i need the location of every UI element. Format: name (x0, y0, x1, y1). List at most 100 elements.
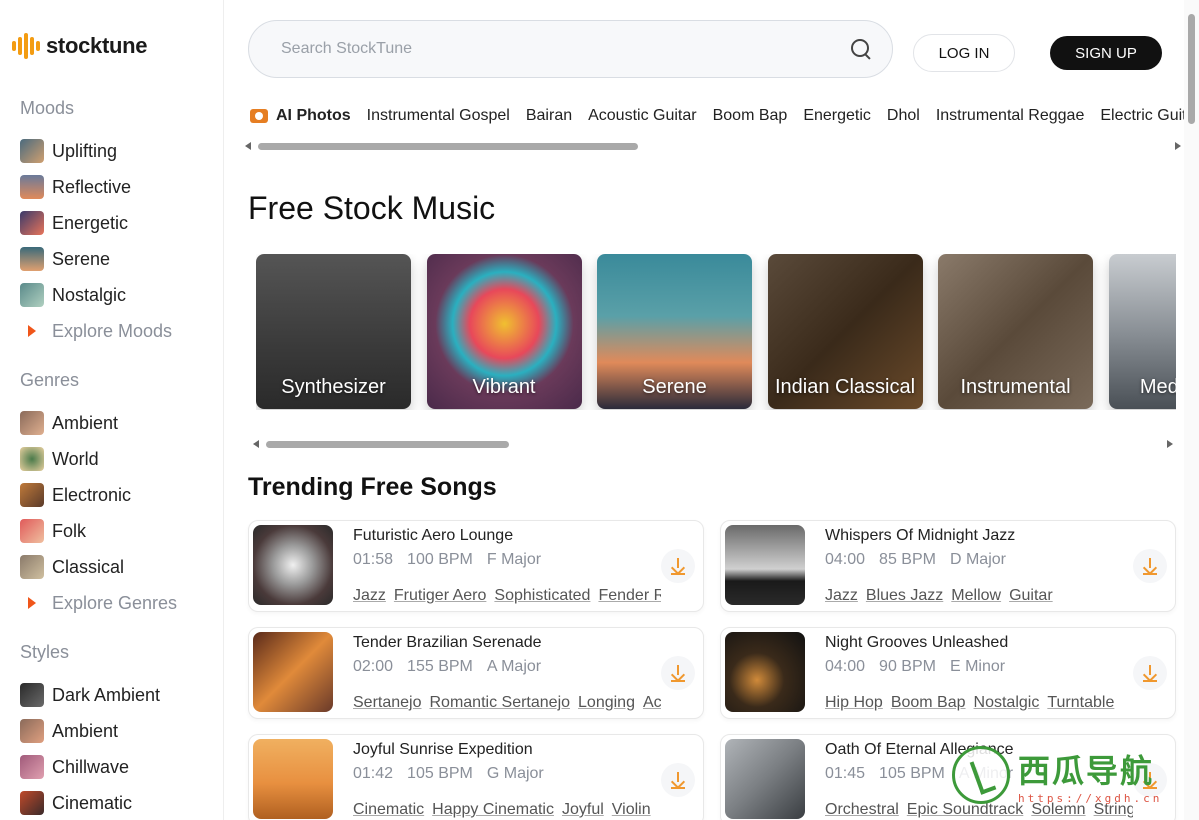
sidebar-item-folk[interactable]: Folk (20, 513, 177, 549)
song-artwork[interactable] (253, 632, 333, 712)
sidebar-item-electronic[interactable]: Electronic (20, 477, 177, 513)
sidebar-item-chillwave[interactable]: Chillwave (20, 749, 160, 785)
song-row[interactable]: Whispers Of Midnight Jazz 04:00 85 BPM D Ma… (720, 520, 1176, 612)
tag-link[interactable]: Energetic (803, 107, 871, 125)
song-tag-link[interactable]: Jazz (825, 587, 858, 604)
sidebar-item-energetic[interactable]: Energetic (20, 205, 172, 241)
download-button[interactable] (661, 549, 695, 583)
song-tag-link[interactable]: Cinematic (353, 801, 424, 818)
search-input[interactable] (281, 40, 850, 58)
tag-link[interactable]: Boom Bap (713, 107, 788, 125)
scrollbar-thumb[interactable] (266, 441, 509, 448)
watermark-url: https://xgdh.cn (1018, 791, 1163, 805)
song-tag-link[interactable]: Sophisticated (494, 587, 590, 604)
category-card[interactable]: Indian Classical (767, 254, 923, 409)
song-tag-link[interactable]: Nostalgic (974, 694, 1040, 711)
sidebar-item-reflective[interactable]: Reflective (20, 169, 172, 205)
scroll-left-icon[interactable] (245, 142, 251, 150)
scroll-right-icon[interactable] (1167, 440, 1173, 448)
song-tag-link[interactable]: Hip Hop (825, 694, 883, 711)
category-card[interactable]: Serene (597, 254, 752, 409)
song-title[interactable]: Night Grooves Unleashed (825, 634, 1008, 652)
song-tag-link[interactable]: Longing (578, 694, 635, 711)
trending-heading: Trending Free Songs (248, 473, 497, 501)
tag-link[interactable]: Instrumental Gospel (367, 107, 510, 125)
song-title[interactable]: Futuristic Aero Lounge (353, 527, 513, 545)
sidebar-item-cinematic[interactable]: Cinematic (20, 785, 160, 820)
song-tag-link[interactable]: Boom Bap (891, 694, 966, 711)
song-tag-link[interactable]: Guitar (1009, 587, 1053, 604)
scrollbar-thumb[interactable] (258, 143, 638, 150)
category-card[interactable]: Synthesizer (256, 254, 411, 409)
song-key: A Major (486, 658, 542, 675)
song-tag-link[interactable]: Turntable (1047, 694, 1114, 711)
sidebar-item-thumbnail (20, 247, 44, 271)
scroll-right-icon[interactable] (1175, 142, 1181, 150)
song-tag-link[interactable]: Acoustic (643, 694, 661, 711)
song-tag-link[interactable]: Romantic Sertanejo (430, 694, 571, 711)
sidebar-item-nostalgic[interactable]: Nostalgic (20, 277, 172, 313)
page-scrollbar[interactable] (1184, 0, 1199, 820)
song-row[interactable]: Joyful Sunrise Expedition 01:42 105 BPM G M… (248, 734, 704, 820)
song-row[interactable]: Futuristic Aero Lounge 01:58 100 BPM F Majo… (248, 520, 704, 612)
song-artwork[interactable] (253, 525, 333, 605)
logo[interactable]: stocktune (12, 32, 148, 60)
song-row[interactable]: Tender Brazilian Serenade 02:00 155 BPM A M… (248, 627, 704, 719)
download-button[interactable] (1133, 549, 1167, 583)
sidebar-item-thumbnail (20, 175, 44, 199)
tag-link[interactable]: Acoustic Guitar (588, 107, 696, 125)
song-tag-link[interactable]: Orchestral (825, 801, 899, 818)
sidebar-item-uplifting[interactable]: Uplifting (20, 133, 172, 169)
song-key: F Major (486, 551, 542, 568)
download-button[interactable] (661, 763, 695, 797)
song-tag-link[interactable]: Mellow (951, 587, 1001, 604)
category-card[interactable]: Vibrant (426, 254, 582, 409)
download-icon (1142, 557, 1158, 575)
login-button[interactable]: LOG IN (913, 34, 1015, 72)
explore-moods-link[interactable]: Explore Moods (20, 313, 172, 349)
search-icon[interactable] (850, 38, 872, 60)
search-bar[interactable] (248, 20, 893, 78)
song-title[interactable]: Tender Brazilian Serenade (353, 634, 542, 652)
tag-link[interactable]: Electric Guitar (1100, 107, 1184, 125)
sidebar-item-classical[interactable]: Classical (20, 549, 177, 585)
tag-link[interactable]: Instrumental Reggae (936, 107, 1085, 125)
song-artwork[interactable] (725, 739, 805, 819)
download-button[interactable] (1133, 656, 1167, 690)
sidebar-item-world[interactable]: World (20, 441, 177, 477)
category-card[interactable]: Instrumental (938, 254, 1093, 409)
sidebar-item-thumbnail (20, 411, 44, 435)
carousel-scrollbar[interactable] (251, 438, 1175, 450)
song-tag-link[interactable]: Happy Cinematic (432, 801, 554, 818)
sidebar-item-serene[interactable]: Serene (20, 241, 172, 277)
song-artwork[interactable] (253, 739, 333, 819)
watermark: 西瓜导航 https://xgdh.cn (952, 740, 1182, 810)
song-tag-link[interactable]: Frutiger Aero (394, 587, 486, 604)
song-tags: Hip Hop Boom Bap Nostalgic Turntable (825, 694, 1133, 712)
tag-link[interactable]: Bairan (526, 107, 572, 125)
download-button[interactable] (661, 656, 695, 690)
category-card[interactable]: Meditation (1108, 254, 1176, 409)
song-tag-link[interactable]: Violin (612, 801, 651, 818)
song-tag-link[interactable]: Joyful (562, 801, 604, 818)
song-tag-link[interactable]: Jazz (353, 587, 386, 604)
song-artwork[interactable] (725, 632, 805, 712)
song-title[interactable]: Whispers Of Midnight Jazz (825, 527, 1015, 545)
song-row[interactable]: Night Grooves Unleashed 04:00 90 BPM E Mino… (720, 627, 1176, 719)
tag-scrollbar[interactable] (243, 140, 1183, 152)
tag-link[interactable]: AI Photos (250, 107, 351, 125)
page-scrollbar-thumb[interactable] (1188, 14, 1195, 124)
song-duration: 01:42 (353, 765, 394, 782)
song-artwork[interactable] (725, 525, 805, 605)
tag-link[interactable]: Dhol (887, 107, 920, 125)
signup-button[interactable]: SIGN UP (1050, 36, 1162, 70)
sidebar-item-ambient[interactable]: Ambient (20, 713, 160, 749)
scroll-left-icon[interactable] (253, 440, 259, 448)
song-tag-link[interactable]: Fender Rhodes (598, 587, 661, 604)
song-title[interactable]: Joyful Sunrise Expedition (353, 741, 533, 759)
sidebar-item-dark-ambient[interactable]: Dark Ambient (20, 677, 160, 713)
sidebar-item-ambient[interactable]: Ambient (20, 405, 177, 441)
song-tag-link[interactable]: Sertanejo (353, 694, 422, 711)
song-tag-link[interactable]: Blues Jazz (866, 587, 943, 604)
explore-genres-link[interactable]: Explore Genres (20, 585, 177, 621)
